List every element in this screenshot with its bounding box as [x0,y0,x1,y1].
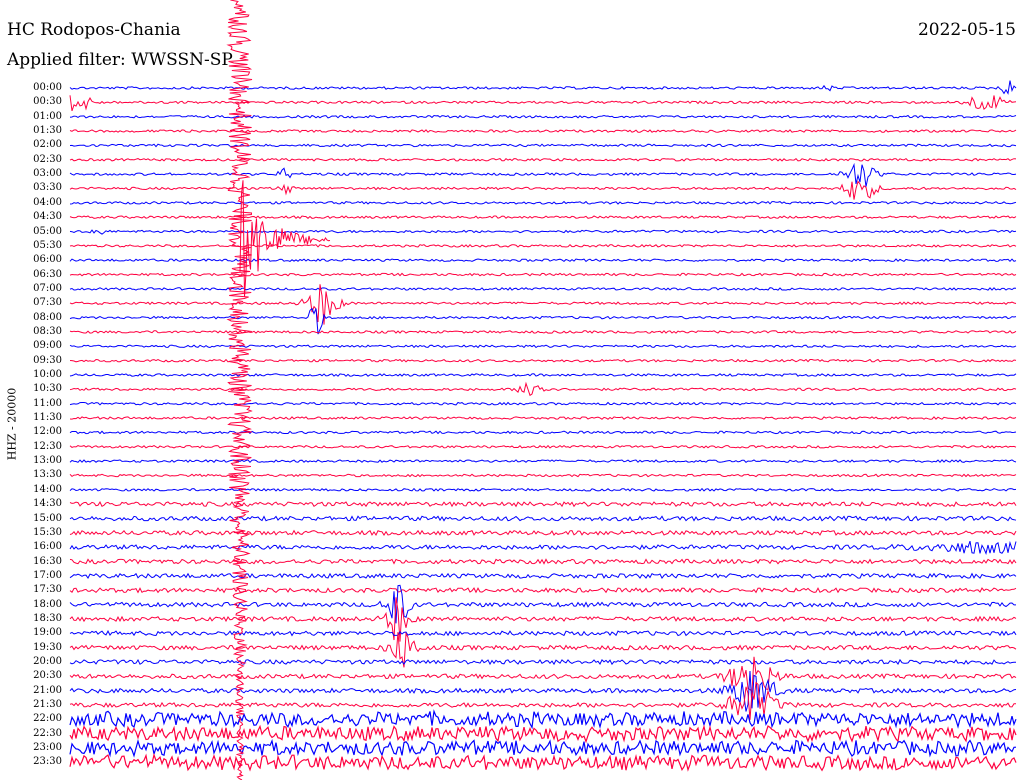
trace-line [69,272,1017,277]
trace-line [69,444,1017,449]
trace-line [69,284,1017,325]
trace-line [69,381,1017,397]
trace-line [69,401,1017,406]
trace-line [69,258,1017,263]
trace-line [69,129,1017,133]
trace-line [69,373,1017,377]
trace-line [69,709,1017,730]
trace-line [69,286,1017,291]
trace-line [69,487,1017,492]
trace-line [69,558,1017,565]
trace-line [69,330,1017,334]
trace-line [69,724,1017,744]
trace-line [69,200,1017,205]
trace-line [69,752,1017,772]
trace-line [69,540,1017,555]
trace-line [69,459,1017,464]
trace-line [69,572,1017,580]
trace-line [69,229,1017,235]
trace-line [69,344,1017,349]
trace-line [69,630,1017,637]
trace-line [69,143,1017,148]
trace-line [69,681,1016,720]
trace-line [69,658,1016,666]
trace-line [69,307,1017,335]
trace-line [69,157,1017,162]
trace-line [69,738,1017,758]
trace-line [69,114,1017,119]
trace-line [69,358,1017,363]
trace-line [69,162,1017,187]
trace-line [69,587,1017,594]
trace-line [69,473,1017,478]
seismogram-plot [69,0,1017,780]
trace-line [69,515,1017,522]
trace-line [69,416,1017,420]
event-coda-trace [239,180,331,298]
trace-line [69,215,1017,219]
trace-line [69,80,1017,95]
trace-line [69,180,1017,200]
trace-line [69,430,1017,435]
trace-line [69,243,1017,248]
trace-line [69,501,1017,508]
trace-line [69,95,1017,112]
trace-line [69,529,1017,537]
